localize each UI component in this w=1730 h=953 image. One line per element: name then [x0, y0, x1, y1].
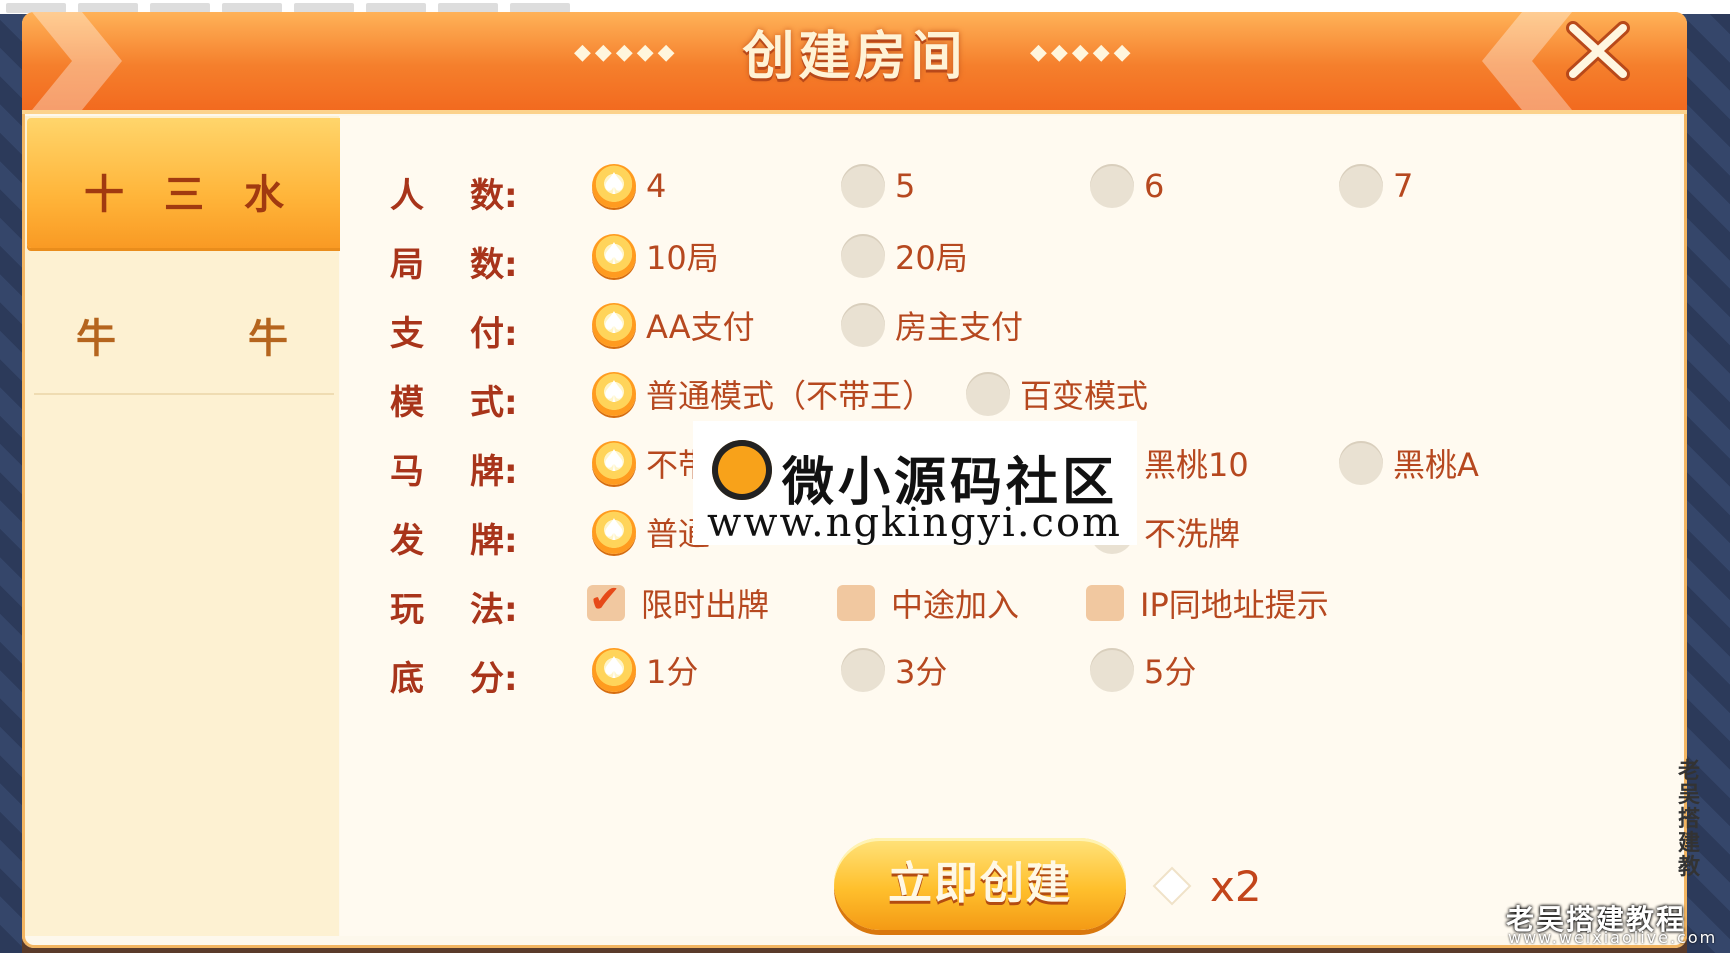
option-label: 黑桃10 — [1144, 446, 1249, 484]
option-rounds-20[interactable]: 20局 — [841, 233, 968, 279]
option-label: 百变模式 — [1020, 377, 1149, 415]
option-label: 普通模式（不带王） — [646, 377, 935, 415]
option-label: 5 — [895, 167, 916, 205]
radio-selected-icon — [592, 371, 636, 416]
radio-icon — [1339, 441, 1383, 485]
watermark-url: www.ngkingyi.com — [707, 500, 1122, 546]
watermark-logo-icon — [712, 440, 772, 500]
label-char: 牌: — [470, 452, 518, 492]
radio-selected-icon — [592, 440, 636, 485]
radio-selected-icon — [592, 647, 636, 692]
label-char: 分: — [470, 659, 518, 699]
option-players-4[interactable]: 4 — [592, 163, 667, 208]
label-char: 付: — [470, 314, 518, 354]
radio-selected-icon — [592, 233, 636, 278]
option-mode-normal[interactable]: 普通模式（不带王） — [592, 371, 934, 417]
dialog-title: 创建房间 — [742, 27, 967, 87]
option-label: AA支付 — [646, 308, 755, 346]
option-payment-aa[interactable]: AA支付 — [592, 302, 755, 348]
option-label: IP同地址提示 — [1140, 586, 1329, 624]
tab-shisanshui-label: 十三水 — [84, 172, 324, 218]
radio-icon — [841, 164, 885, 208]
radio-icon — [966, 372, 1010, 416]
radio-selected-icon — [592, 302, 636, 347]
label-char: 人 — [390, 176, 424, 216]
label-char: 法: — [470, 590, 518, 630]
option-players-5[interactable]: 5 — [841, 164, 915, 208]
option-players-6[interactable]: 6 — [1090, 164, 1164, 208]
radio-selected-icon — [592, 163, 636, 208]
option-label: 10局 — [646, 239, 719, 277]
signature-url: www.weixiaolive.com — [1508, 928, 1718, 947]
room-cost: x2 — [1210, 862, 1262, 911]
option-score-1[interactable]: 1分 — [592, 647, 698, 693]
label-char: 模 — [390, 383, 424, 423]
option-mode-wildcard[interactable]: 百变模式 — [966, 371, 1148, 417]
option-label: 20局 — [895, 239, 968, 277]
label-char: 局 — [390, 245, 424, 285]
checkmark-icon — [587, 577, 625, 621]
label-char: 发 — [390, 521, 424, 561]
checkbox-icon — [1086, 585, 1124, 621]
checkbox-time-limit[interactable]: 限时出牌 — [587, 577, 770, 626]
checkbox-icon — [837, 585, 875, 621]
option-score-3[interactable]: 3分 — [841, 647, 947, 693]
label-char: 底 — [390, 659, 424, 699]
option-label: 中途加入 — [891, 586, 1020, 624]
label-char: 牌: — [470, 521, 518, 561]
label-char: 支 — [390, 314, 424, 354]
label-char: 马 — [390, 452, 424, 492]
radio-selected-icon — [592, 509, 636, 554]
label-char: 玩 — [390, 590, 424, 630]
option-label: 不洗牌 — [1144, 515, 1241, 553]
option-horse-spadeA[interactable]: 黑桃A — [1339, 440, 1479, 486]
radio-icon — [1339, 164, 1383, 208]
label-char: 数: — [470, 245, 518, 285]
radio-icon — [841, 303, 885, 347]
option-players-7[interactable]: 7 — [1339, 164, 1413, 208]
radio-icon — [841, 648, 885, 692]
option-rounds-10[interactable]: 10局 — [592, 233, 719, 279]
radio-icon — [1090, 648, 1134, 692]
sidebar-divider — [34, 393, 334, 395]
option-score-5[interactable]: 5分 — [1090, 647, 1196, 693]
option-label: 房主支付 — [895, 308, 1024, 346]
radio-icon — [1090, 164, 1134, 208]
option-label: 5分 — [1144, 653, 1197, 691]
label-char: 数: — [470, 176, 518, 216]
option-label: 限时出牌 — [641, 586, 770, 624]
signature-vertical: 老吴搭建教 — [1678, 759, 1701, 880]
option-label: 1分 — [646, 653, 699, 691]
checkbox-ip-warning[interactable]: IP同地址提示 — [1086, 580, 1329, 626]
label-char: 式: — [470, 383, 518, 423]
title-ornament-right: ◆◆◆◆◆ — [1030, 40, 1135, 65]
option-label: 3分 — [895, 653, 948, 691]
option-label: 6 — [1144, 167, 1165, 205]
checkbox-join-midway[interactable]: 中途加入 — [837, 580, 1019, 626]
option-label: 7 — [1393, 167, 1414, 205]
create-room-button[interactable]: 立即创建 — [834, 838, 1126, 930]
close-icon[interactable] — [1563, 18, 1633, 84]
diamond-icon — [1152, 866, 1192, 906]
option-label: 4 — [646, 167, 667, 205]
option-payment-host[interactable]: 房主支付 — [841, 302, 1023, 348]
option-label: 黑桃A — [1393, 446, 1479, 484]
radio-icon — [841, 234, 885, 278]
background-left — [0, 14, 22, 953]
